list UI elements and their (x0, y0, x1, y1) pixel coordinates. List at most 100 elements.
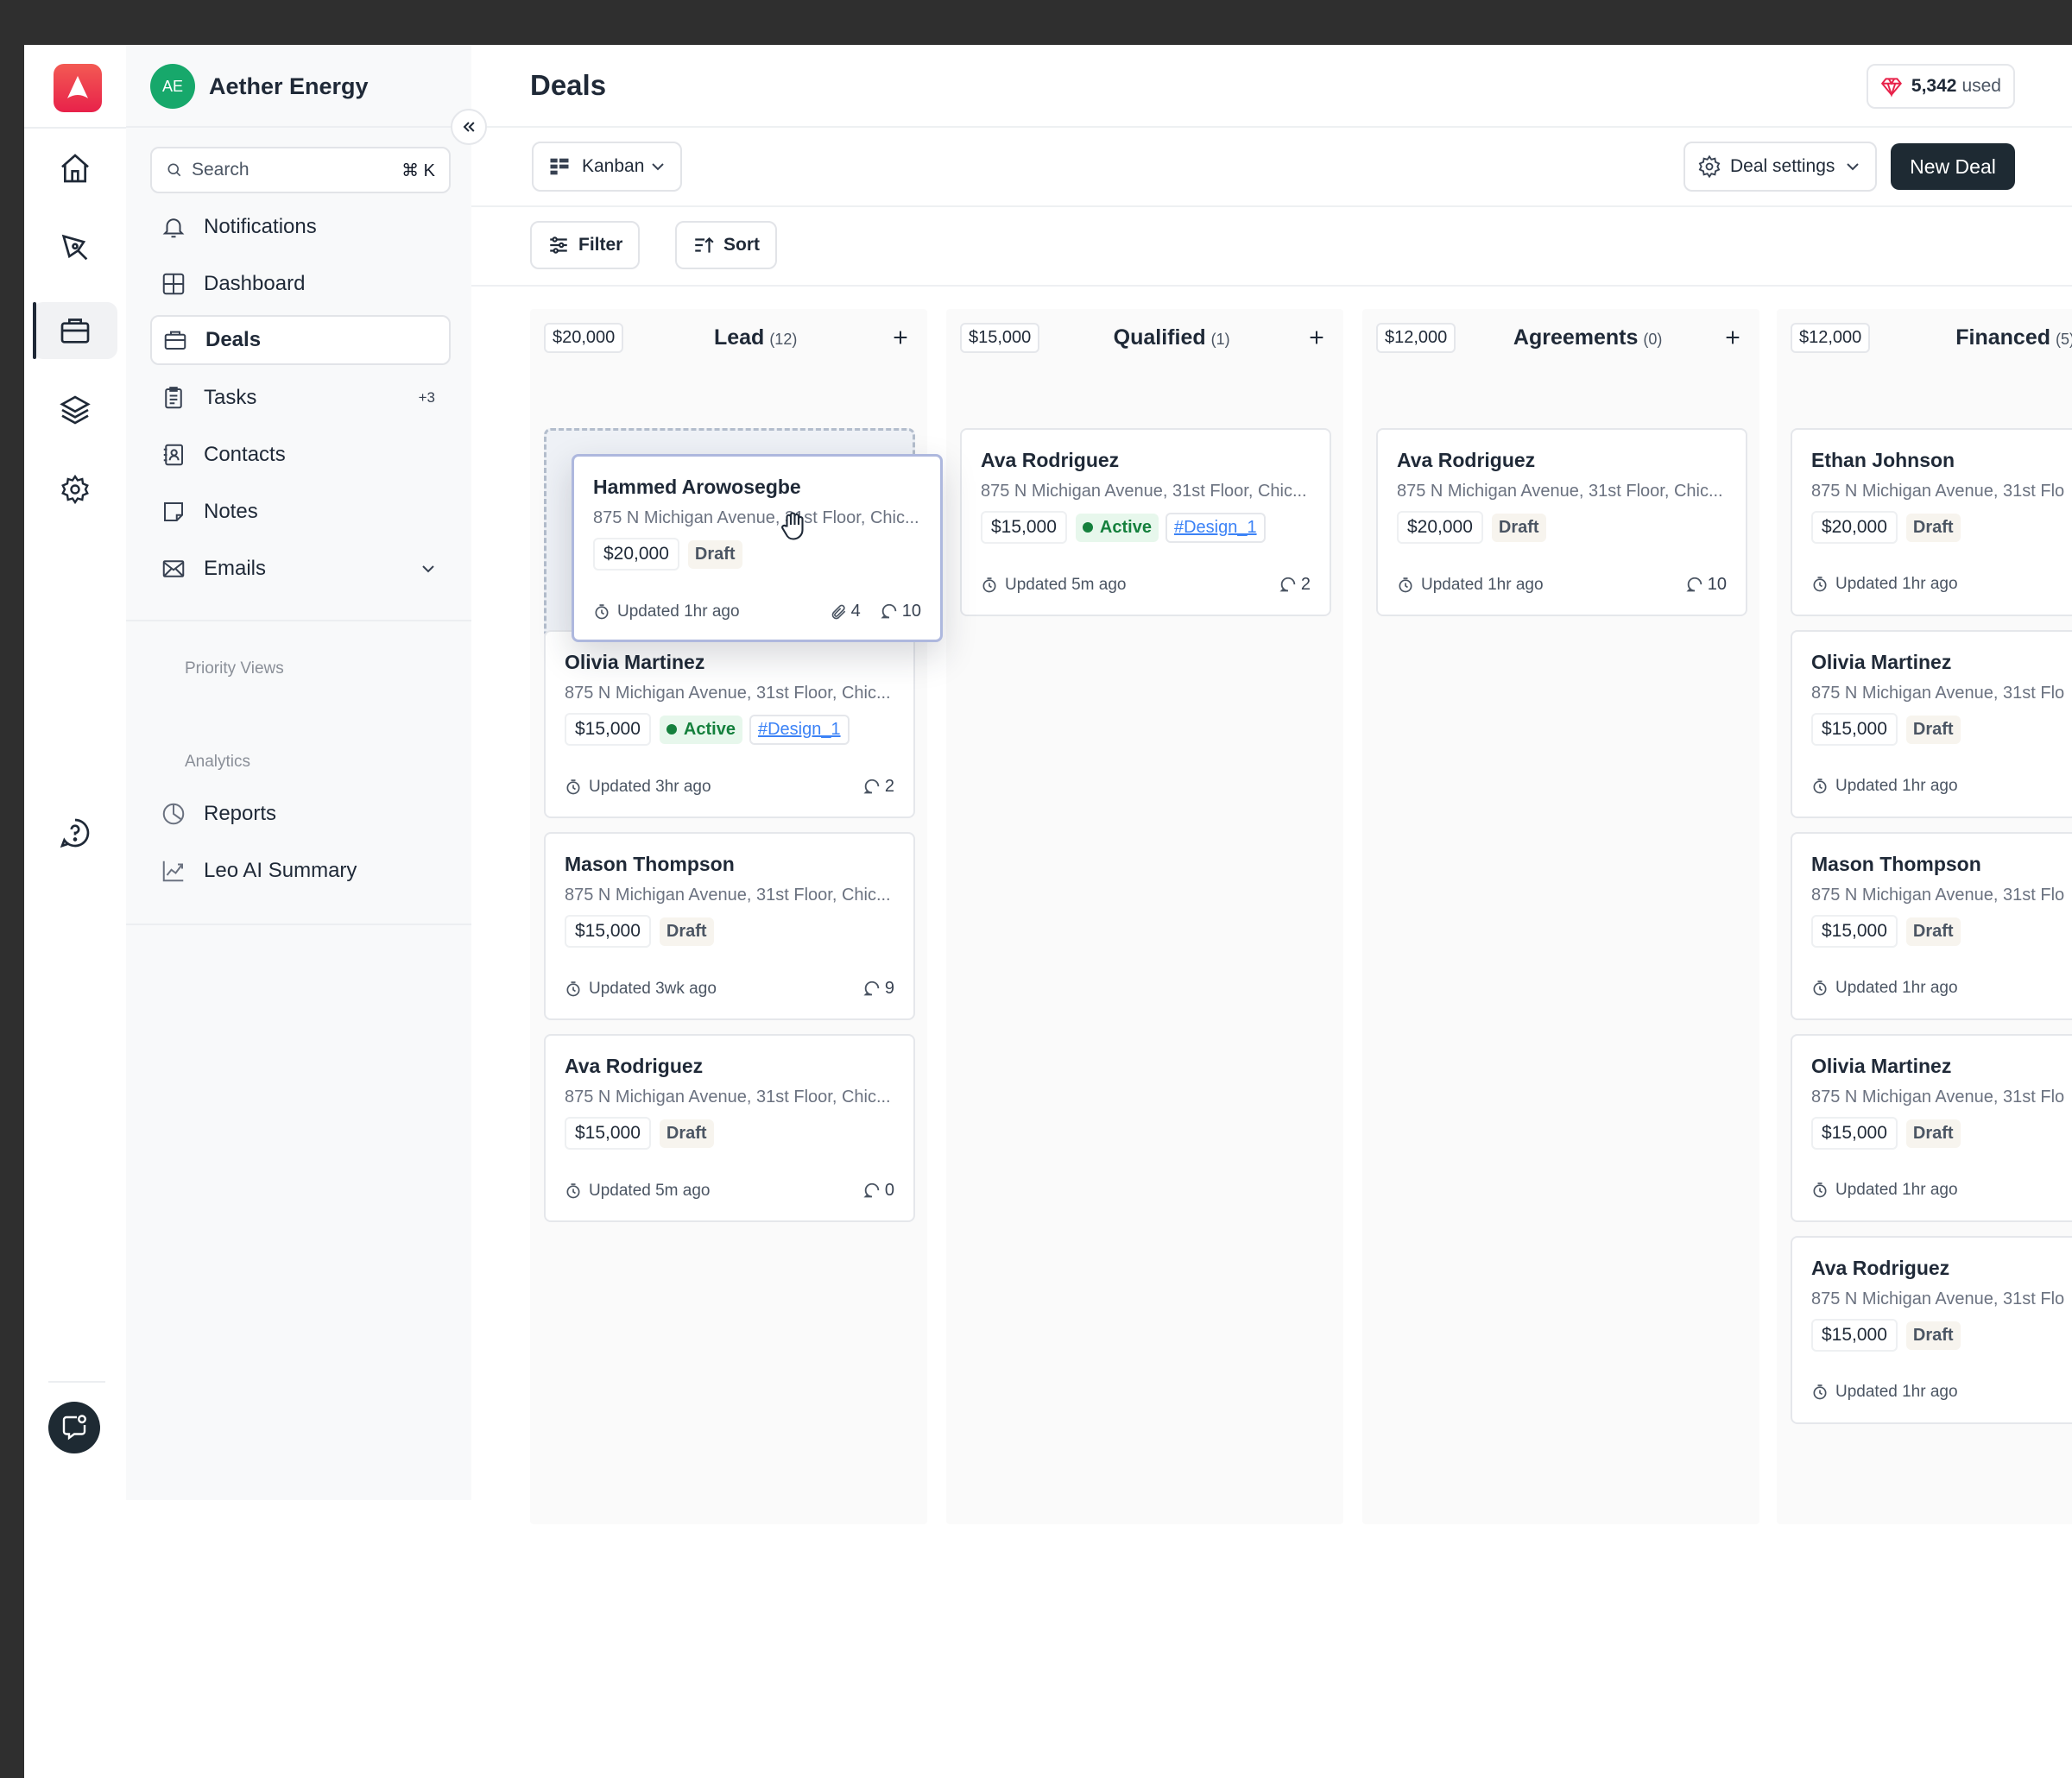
sort-label: Sort (723, 235, 760, 255)
column-total-amount: $20,000 (544, 322, 624, 353)
column-header: $12,000 Financed (5) (1791, 321, 2072, 354)
nav-notes[interactable]: Notes (150, 487, 451, 537)
design-tag-link[interactable]: #Design_1 (749, 714, 850, 745)
layers-icon[interactable] (33, 381, 117, 438)
chevron-down-icon[interactable] (418, 558, 439, 579)
deal-tags: $20,000 Draft (1811, 511, 1961, 544)
credits-value: 5,342 (1911, 76, 1957, 96)
workspace-switcher[interactable]: AE Aether Energy (150, 64, 369, 109)
add-card-button[interactable] (888, 325, 913, 350)
help-icon[interactable] (33, 804, 117, 861)
filter-button[interactable]: Filter (530, 221, 641, 269)
view-switcher-button[interactable]: Kanban (532, 142, 682, 192)
collapse-sidebar-button[interactable] (451, 109, 487, 145)
dragged-deal-card[interactable]: Hammed Arowosegbe 875 N Michigan Avenue, … (572, 454, 943, 642)
status-dot (1082, 522, 1093, 533)
column-title: Lead (713, 325, 765, 350)
clock-icon (1811, 980, 1829, 997)
status-badge: Active (659, 715, 742, 744)
add-card-button[interactable] (1720, 325, 1746, 350)
search-input[interactable]: Search ⌘ K (150, 147, 451, 193)
mail-icon (162, 560, 185, 577)
comments-count: 9 (862, 979, 894, 999)
card-footer: Updated 1hr ago (1811, 979, 2072, 998)
deal-card[interactable]: Olivia Martinez 875 N Michigan Avenue, 31… (544, 630, 915, 818)
comment-icon (1279, 576, 1298, 595)
nav-tasks[interactable]: Tasks +3 (150, 373, 451, 423)
deal-address: 875 N Michigan Avenue, 31st Floor, Chic.… (981, 482, 1307, 501)
analytics-heading: Analytics (185, 753, 251, 771)
updated-timestamp: Updated 1hr ago (1835, 575, 1958, 593)
pen-tool-icon[interactable] (33, 219, 117, 276)
comment-icon (862, 1182, 881, 1201)
home-icon[interactable] (33, 140, 117, 197)
sort-button[interactable]: Sort (675, 221, 777, 269)
status-badge: Draft (1905, 513, 1961, 542)
add-card-button[interactable] (1304, 325, 1330, 350)
comment-icon (1685, 576, 1704, 595)
card-footer: Updated 3hr ago 2 (565, 777, 894, 797)
app-logo[interactable] (54, 64, 102, 112)
deal-card[interactable]: Mason Thompson 875 N Michigan Avenue, 31s… (544, 832, 915, 1020)
clock-icon (1811, 1182, 1829, 1199)
nav-notifications[interactable]: Notifications (150, 202, 451, 252)
status-badge: Draft (1905, 715, 1961, 744)
deal-amount: $20,000 (1811, 511, 1898, 544)
deal-address: 875 N Michigan Avenue, 31st Flo (1811, 886, 2065, 905)
nav-leo-ai-summary[interactable]: Leo AI Summary (150, 846, 451, 896)
updated-timestamp: Updated 1hr ago (1835, 1383, 1958, 1401)
clock-icon (565, 1182, 582, 1200)
filter-sliders-icon (550, 236, 567, 254)
comments-count: 2 (862, 777, 894, 797)
nav-dashboard[interactable]: Dashboard (150, 259, 451, 309)
settings-gear-icon[interactable] (33, 461, 117, 518)
new-deal-button[interactable]: New Deal (1891, 143, 2015, 190)
nav-label: Emails (204, 557, 267, 580)
deal-card[interactable]: Ava Rodriguez 875 N Michigan Avenue, 31st… (1791, 1236, 2072, 1424)
deal-card[interactable]: Ava Rodriguez 875 N Michigan Avenue, 31st… (1376, 428, 1747, 616)
deal-card[interactable]: Mason Thompson 875 N Michigan Avenue, 31s… (1791, 832, 2072, 1020)
grab-cursor-icon (778, 510, 809, 545)
rail-divider (24, 127, 126, 129)
clock-icon (565, 779, 582, 796)
comments-value: 10 (901, 602, 921, 621)
nav-label: Reports (204, 802, 277, 825)
design-tag-link[interactable]: #Design_1 (1165, 512, 1266, 543)
updated-timestamp: Updated 5m ago (589, 1181, 711, 1200)
nav-emails[interactable]: Emails (150, 544, 451, 594)
search-icon (167, 163, 181, 177)
comments-count: 10 (880, 602, 921, 621)
tasks-count-badge: +3 (418, 389, 435, 406)
column-count: (0) (1643, 330, 1663, 348)
nav-reports[interactable]: Reports (150, 789, 451, 839)
column-title: Qualified (1113, 325, 1206, 350)
deal-contact-name: Ethan Johnson (1811, 449, 1955, 471)
column-title-wrap: Qualified (1) (1039, 325, 1304, 350)
column-title: Agreements (1513, 325, 1639, 350)
deal-tags: $20,000 Draft (1397, 511, 1546, 544)
deal-settings-button[interactable]: Deal settings (1684, 142, 1877, 192)
deal-address: 875 N Michigan Avenue, 31st Floor, Chic.… (1397, 482, 1723, 501)
chat-support-icon[interactable] (48, 1402, 100, 1453)
deal-card[interactable]: Ethan Johnson 875 N Michigan Avenue, 31st… (1791, 428, 2072, 616)
chevron-down-icon (652, 163, 664, 171)
briefcase-icon (164, 331, 186, 350)
briefcase-icon[interactable] (33, 302, 117, 359)
filters-divider (471, 285, 2072, 287)
card-footer: Updated 1hr ago 10 (1397, 575, 1727, 595)
deal-card[interactable]: Ava Rodriguez 875 N Michigan Avenue, 31st… (960, 428, 1331, 616)
deal-card[interactable]: Ava Rodriguez 875 N Michigan Avenue, 31st… (544, 1034, 915, 1222)
column-title: Financed (1955, 325, 2051, 350)
deal-contact-name: Ava Rodriguez (1811, 1257, 1950, 1279)
nav-deals[interactable]: Deals (150, 315, 451, 365)
credits-usage-badge[interactable]: 5,342 used (1867, 64, 2015, 109)
nav-contacts[interactable]: Contacts (150, 430, 451, 480)
column-total-amount: $15,000 (960, 322, 1040, 353)
deal-card[interactable]: Olivia Martinez 875 N Michigan Avenue, 31… (1791, 630, 2072, 818)
deal-amount: $15,000 (1811, 915, 1898, 948)
updated-timestamp: Updated 1hr ago (1835, 979, 1958, 997)
updated-timestamp: Updated 1hr ago (1421, 575, 1544, 594)
updated-timestamp: Updated 3wk ago (589, 979, 717, 998)
comments-count: 0 (862, 1181, 894, 1201)
deal-card[interactable]: Olivia Martinez 875 N Michigan Avenue, 31… (1791, 1034, 2072, 1222)
